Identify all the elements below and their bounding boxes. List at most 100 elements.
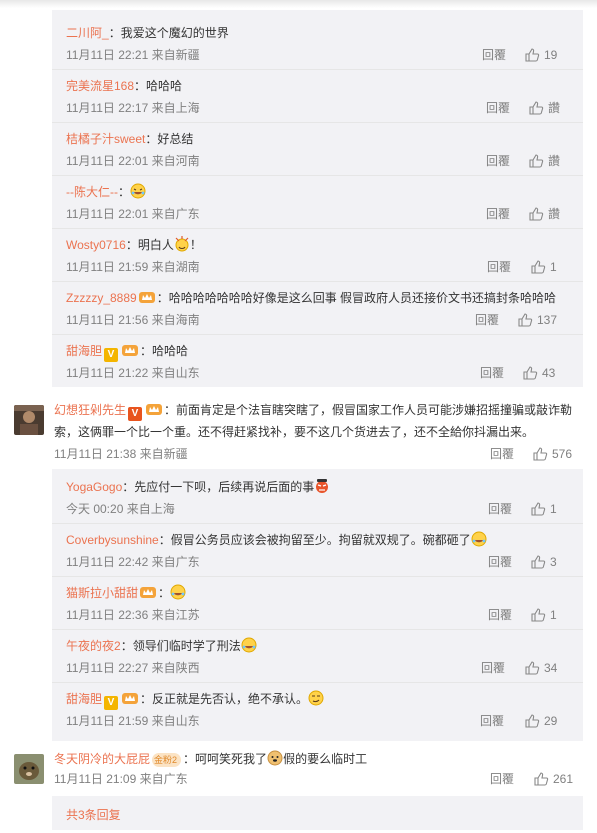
reply-username[interactable]: Coverbysunshine	[66, 533, 159, 547]
divider	[52, 281, 583, 282]
reply-button[interactable]: 回覆	[488, 553, 512, 571]
reply-button[interactable]: 回覆	[490, 770, 514, 788]
like-button[interactable]: 讚	[528, 99, 560, 117]
like-button[interactable]: 1	[530, 258, 557, 276]
comment-username[interactable]: 幻想狂剁先生	[54, 403, 126, 417]
crown-icon	[146, 404, 163, 415]
reply-text: 哈哈哈	[146, 79, 183, 93]
reply-meta: 11月11日 21:22 来自山东	[66, 366, 200, 380]
comment-text: 呵呵笑死我了	[195, 752, 268, 766]
reply-text: 好总结	[157, 132, 194, 146]
reply-meta: 11月11日 22:27 来自陕西	[66, 661, 200, 675]
vip-v-icon: V	[128, 407, 143, 421]
reply-button[interactable]: 回覆	[475, 311, 499, 329]
comment-username[interactable]: 冬天阴冷的大屁屁	[54, 752, 150, 766]
reply-meta: 11月11日 22:36 来自江苏	[66, 608, 200, 622]
like-button[interactable]: 3	[530, 553, 557, 571]
clap-emoji	[175, 236, 189, 252]
reply-button[interactable]: 回覆	[488, 500, 512, 518]
laugh-emoji	[241, 637, 257, 653]
divider	[52, 523, 583, 524]
reply-button[interactable]: 回覆	[486, 205, 510, 223]
reply-username[interactable]: 完美流星168	[66, 79, 134, 93]
reply-button[interactable]: 回覆	[480, 712, 504, 730]
reply-username[interactable]: Wosty0716	[66, 238, 126, 252]
reply-username[interactable]: 午夜的夜2	[66, 639, 121, 653]
reply-username[interactable]: YogaGogo	[66, 480, 122, 494]
like-count: 讚	[548, 154, 561, 168]
reply-button[interactable]: 回覆	[482, 46, 506, 64]
like-count: 34	[544, 661, 558, 675]
crown-icon	[140, 587, 157, 598]
like-button[interactable]: 讚	[528, 152, 560, 170]
reply-meta: 11月11日 22:21 来自新疆	[66, 48, 200, 62]
reply-button[interactable]: 回覆	[488, 606, 512, 624]
divider	[52, 334, 583, 335]
reply-button[interactable]: 回覆	[487, 258, 511, 276]
like-count: 讚	[548, 207, 561, 221]
like-count: 1	[550, 260, 557, 274]
reply-button[interactable]: 回覆	[486, 99, 510, 117]
like-count: 576	[552, 447, 573, 461]
like-count: 1	[550, 608, 557, 622]
reply-meta: 11月11日 22:42 来自广东	[66, 555, 200, 569]
like-button[interactable]: 43	[522, 364, 555, 382]
reply-username[interactable]: 桔橘子汁sweet	[66, 132, 145, 146]
like-count: 137	[537, 313, 558, 327]
thumb-up-icon	[525, 661, 540, 675]
divider	[52, 228, 583, 229]
reply-username[interactable]: 猫斯拉小甜甜	[66, 586, 138, 600]
vip-v-icon: V	[104, 348, 119, 362]
reply-meta: 11月11日 22:01 来自广东	[66, 207, 200, 221]
like-button[interactable]: 576	[532, 445, 572, 463]
reply-button[interactable]: 回覆	[481, 659, 505, 677]
crown-icon	[122, 693, 139, 704]
like-button[interactable]: 1	[530, 606, 557, 624]
thumb-up-icon	[531, 608, 546, 622]
thumb-up-icon	[525, 48, 540, 62]
angry-emoji	[316, 479, 329, 493]
reply-button[interactable]: 回覆	[480, 364, 504, 382]
reply-text-after: ！	[189, 238, 202, 252]
reply-username[interactable]: 二川阿_	[66, 26, 109, 40]
reply-meta: 11月11日 22:01 来自河南	[66, 154, 200, 168]
reply-username[interactable]: 甜海胆	[66, 344, 102, 358]
comment-text-after: 假的要么临时工	[283, 752, 368, 766]
more-replies-link[interactable]: 共3条回复	[66, 806, 121, 823]
thumb-up-icon	[529, 101, 544, 115]
thumb-up-icon	[534, 772, 549, 786]
like-count: 3	[550, 555, 557, 569]
reply-text: 我爱这个魔幻的世界	[120, 26, 229, 40]
like-button[interactable]: 261	[533, 770, 573, 788]
avatar[interactable]	[14, 754, 44, 784]
reply-text: 哈哈哈	[152, 344, 189, 358]
reply-button[interactable]: 回覆	[490, 445, 514, 463]
avatar[interactable]	[14, 405, 44, 435]
like-count: 261	[553, 772, 574, 786]
like-button[interactable]: 1	[530, 500, 557, 518]
reply-meta: 11月11日 22:17 来自上海	[66, 101, 200, 115]
reply-username[interactable]: 甜海胆	[66, 692, 102, 706]
divider	[52, 682, 583, 683]
like-count: 讚	[548, 101, 561, 115]
laugh-emoji	[471, 531, 487, 547]
reply-meta: 11月11日 21:59 来自湖南	[66, 260, 200, 274]
thumb-up-icon	[518, 313, 533, 327]
like-button[interactable]: 137	[517, 311, 557, 329]
reply-username[interactable]: Zzzzzy_8889	[66, 291, 137, 305]
thumb-up-icon	[523, 366, 538, 380]
divider	[52, 576, 583, 577]
reply-text: 反正就是先否认，绝不承认。	[152, 692, 309, 706]
like-button[interactable]: 29	[524, 712, 557, 730]
reply-username[interactable]: --陈大仁--	[66, 185, 118, 199]
thumb-up-icon	[531, 260, 546, 274]
like-button[interactable]: 34	[524, 659, 557, 677]
like-count: 19	[544, 48, 558, 62]
more-replies-box: 共3条回复	[52, 796, 583, 830]
reply-button[interactable]: 回覆	[486, 152, 510, 170]
like-button[interactable]: 讚	[528, 205, 560, 223]
doge-emoji	[267, 750, 283, 766]
bottom-comment: 冬天阴冷的大屁屁 金粉2 ：呵呵笑死我了 假的要么临时工	[54, 750, 368, 767]
divider	[52, 629, 583, 630]
like-button[interactable]: 19	[524, 46, 557, 64]
